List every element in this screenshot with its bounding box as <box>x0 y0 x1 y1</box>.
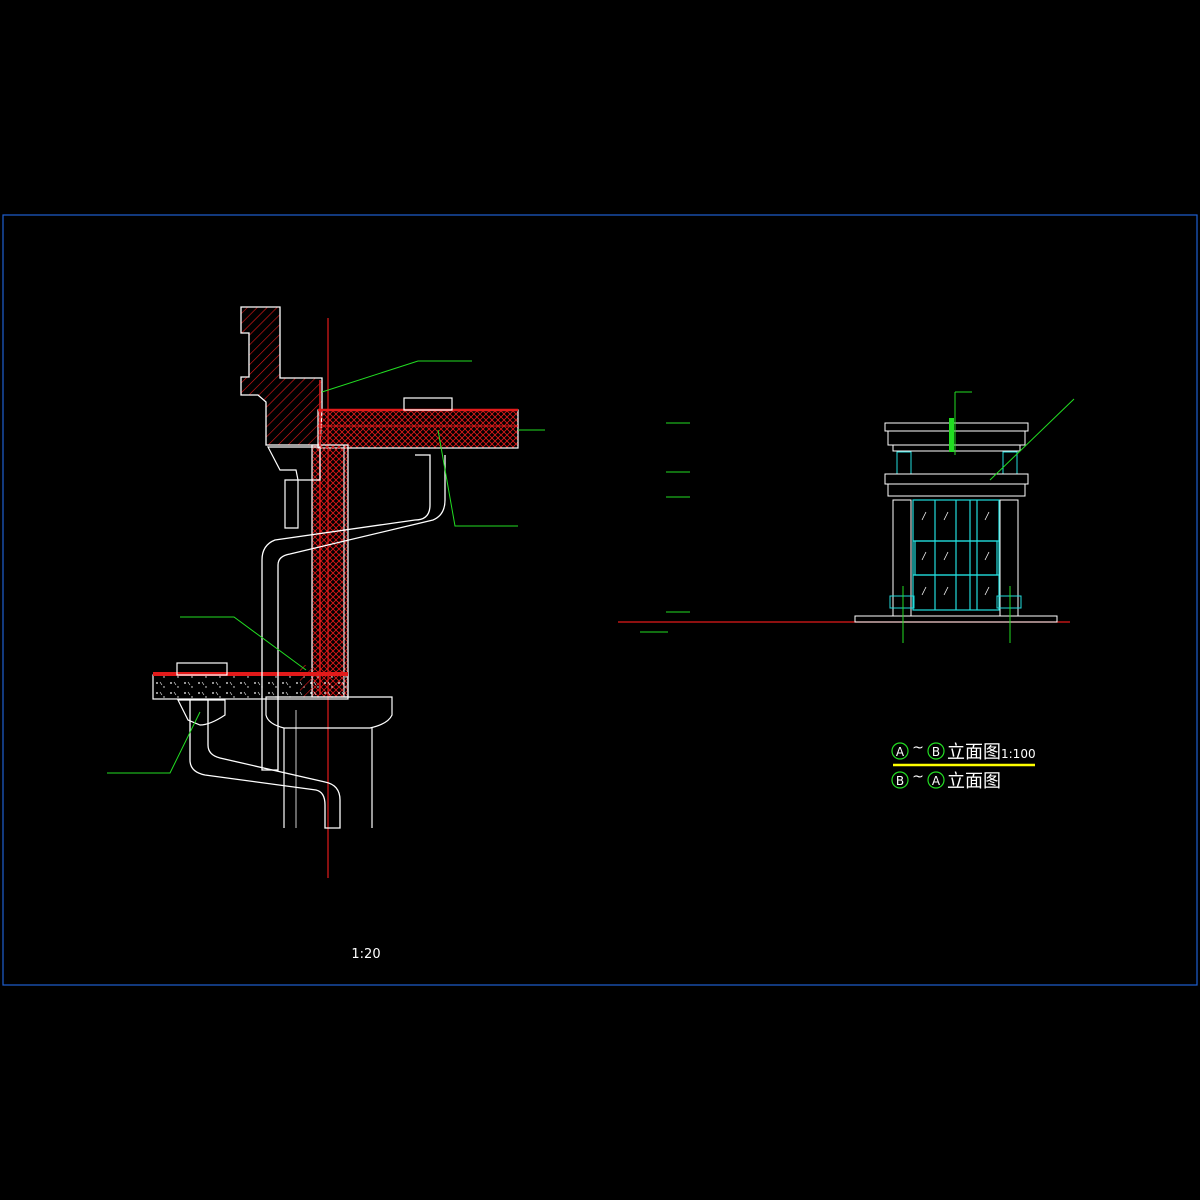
elevation-title-1: A ~ B 立面图 1:100 <box>891 740 1036 763</box>
lower-roof-slab <box>152 674 349 700</box>
building-base <box>854 615 1058 623</box>
leader-line-5 <box>107 711 201 774</box>
leader-line-1 <box>321 360 472 393</box>
leader-line-4 <box>180 616 307 671</box>
downpipe-lower <box>189 700 341 829</box>
parapet-wall <box>311 444 349 698</box>
title1-separator: ~ <box>912 740 924 756</box>
downpipe-upper <box>261 454 446 771</box>
title2-axis-from: B <box>896 774 904 788</box>
roof-cornice <box>884 422 1029 432</box>
title2-axis-to: A <box>932 774 941 788</box>
cad-drawing: 1:20 A ~ B 立面图 1:100 B ~ A 立面图 <box>2 214 1198 986</box>
elevation-scale-label: 1:100 <box>1001 747 1036 761</box>
cornice-section-detail <box>107 306 545 878</box>
upper-roof-slab <box>317 409 519 449</box>
pavilion-elevation <box>618 391 1075 643</box>
cornice-block <box>240 306 323 446</box>
title1-axis-to: B <box>932 745 940 759</box>
column-capital <box>265 696 393 729</box>
elevation-leader <box>989 398 1075 481</box>
title1-label: 立面图 <box>947 742 1001 763</box>
title1-axis-from: A <box>896 745 905 759</box>
title2-label: 立面图 <box>947 771 1001 792</box>
title2-separator: ~ <box>912 769 924 785</box>
elevation-title-2: B ~ A 立面图 <box>891 769 1001 792</box>
detail-scale-label: 1:20 <box>351 947 380 962</box>
